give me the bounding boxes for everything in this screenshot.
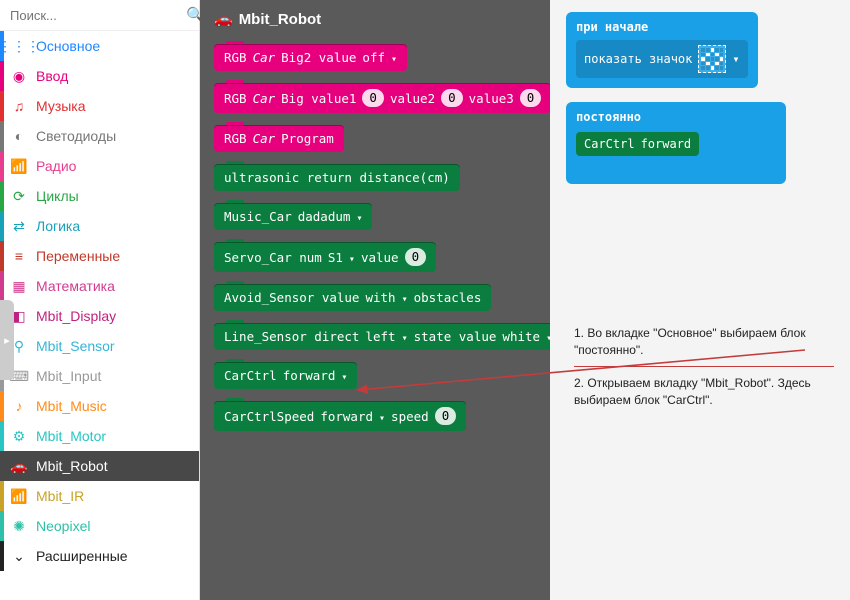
- leds-icon: ◐: [10, 127, 28, 145]
- sidebar-item-label: Циклы: [36, 188, 79, 204]
- sidebar-item-msens[interactable]: ⚲Mbit_Sensor: [0, 331, 199, 361]
- sidebar-item-mir[interactable]: 📶 Mbit_IR: [0, 481, 199, 511]
- basic-icon: ⋮⋮⋮: [10, 37, 28, 55]
- logic-icon: ⇄: [10, 217, 28, 235]
- sidebar-item-music[interactable]: ♫ Музыка: [0, 91, 199, 121]
- sidebar-item-label: Mbit_Motor: [36, 428, 106, 444]
- chevron-down-icon: ▾: [732, 52, 739, 66]
- sidebar-item-label: Neopixel: [36, 518, 90, 534]
- sidebar-item-vars[interactable]: ≡ Переменные: [0, 241, 199, 271]
- sidebar-item-label: Mbit_Robot: [36, 458, 108, 474]
- sidebar-item-label: Расширенные: [36, 548, 128, 564]
- led-grid-icon: [698, 45, 726, 73]
- sidebar-item-label: Радио: [36, 158, 76, 174]
- sidebar-item-adv[interactable]: ⌄ Расширенные: [0, 541, 199, 571]
- block-palette: 🚗 Mbit_Robot RGB Car Big2 value off RGB …: [200, 0, 550, 600]
- sidebar-item-loops[interactable]: ⟳ Циклы: [0, 181, 199, 211]
- block-carctrl-speed[interactable]: CarCtrlSpeed forward speed 0: [214, 401, 466, 431]
- sidebar-item-radio[interactable]: 📶 Радио: [0, 151, 199, 181]
- sidebar-item-label: Логика: [36, 218, 80, 234]
- block-ultrasonic[interactable]: ultrasonic return distance(cm): [214, 164, 460, 191]
- radio-icon: 📶: [10, 157, 28, 175]
- music-icon: ♫: [10, 97, 28, 115]
- sidebar-item-label: Ввод: [36, 68, 68, 84]
- sidebar-item-label: Mbit_Music: [36, 398, 107, 414]
- sidebar-item-label: Mbit_IR: [36, 488, 84, 504]
- sidebar-item-neopix[interactable]: ✺ Neopixel: [0, 511, 199, 541]
- loops-icon: ⟳: [10, 187, 28, 205]
- block-rgb-big2[interactable]: RGB Car Big2 value off: [214, 44, 407, 71]
- neopix-icon: ✺: [10, 517, 28, 535]
- sidebar-item-label: Mbit_Display: [36, 308, 116, 324]
- block-avoid-sensor[interactable]: Avoid_Sensor value with obstacles: [214, 284, 491, 311]
- sidebar-item-mmotor[interactable]: ⚙ Mbit_Motor: [0, 421, 199, 451]
- carctrl-in-slot[interactable]: CarCtrl forward: [576, 132, 699, 156]
- vars-icon: ≡: [10, 247, 28, 265]
- palette-title: 🚗 Mbit_Robot: [214, 10, 536, 28]
- car-icon: 🚗: [214, 10, 233, 28]
- sidebar-item-label: Mbit_Sensor: [36, 338, 115, 354]
- sidebar-item-label: Светодиоды: [36, 128, 116, 144]
- show-icon-block[interactable]: показать значок ▾: [576, 40, 748, 78]
- search-input[interactable]: [10, 8, 186, 23]
- sidebar-item-mmusic[interactable]: ♪ Mbit_Music: [0, 391, 199, 421]
- sidebar-item-math[interactable]: ▦ Математика: [0, 271, 199, 301]
- category-sidebar: 🔍 ⋮⋮⋮ Основное ◉ Ввод ♫ Музыка ◐ Светодиоды 📶 Рад…: [0, 0, 200, 600]
- sidebar-item-label: Музыка: [36, 98, 86, 114]
- block-line-sensor[interactable]: Line_Sensor direct left state value whit…: [214, 323, 550, 350]
- math-icon: ▦: [10, 277, 28, 295]
- sidebar-item-basic[interactable]: ⋮⋮⋮ Основное: [0, 31, 199, 61]
- sidebar-item-label: Mbit_Input: [36, 368, 101, 384]
- block-music-car[interactable]: Music_Car dadadum: [214, 203, 372, 230]
- sidebar-item-logic[interactable]: ⇄ Логика: [0, 211, 199, 241]
- adv-icon: ⌄: [10, 547, 28, 565]
- category-list: ⋮⋮⋮ Основное ◉ Ввод ♫ Музыка ◐ Светодиоды 📶 Радио…: [0, 31, 199, 571]
- mir-icon: 📶: [10, 487, 28, 505]
- mmusic-icon: ♪: [10, 397, 28, 415]
- sidebar-item-leds[interactable]: ◐ Светодиоды: [0, 121, 199, 151]
- input-icon: ◉: [10, 67, 28, 85]
- onstart-hat[interactable]: при начале показать значок ▾: [566, 12, 758, 88]
- sidebar-item-input[interactable]: ◉ Ввод: [0, 61, 199, 91]
- sidebar-item-mdisp[interactable]: ◧Mbit_Display: [0, 301, 199, 331]
- sidebar-item-label: Математика: [36, 278, 115, 294]
- block-servo-car[interactable]: Servo_Car num S1 value 0: [214, 242, 436, 272]
- onstart-title: при начале: [576, 20, 748, 34]
- palette-title-text: Mbit_Robot: [239, 11, 321, 28]
- mrobot-icon: 🚗: [10, 457, 28, 475]
- sidebar-item-minput[interactable]: ⌨Mbit_Input: [0, 361, 199, 391]
- block-rgb-bigvalue[interactable]: RGB Car Big value1 0 value2 0 value3 0: [214, 83, 550, 113]
- block-rgb-program[interactable]: RGB Car Program: [214, 125, 344, 152]
- sidebar-item-label: Переменные: [36, 248, 120, 264]
- sidebar-item-mrobot[interactable]: 🚗 Mbit_Robot: [0, 451, 199, 481]
- mmotor-icon: ⚙: [10, 427, 28, 445]
- block-carctrl[interactable]: CarCtrl forward: [214, 362, 357, 389]
- sidebar-item-label: Основное: [36, 38, 100, 54]
- instruction-text: 1. Во вкладке "Основное" выбираем блок "…: [574, 325, 834, 420]
- search-row: 🔍: [0, 0, 199, 31]
- workspace-canvas[interactable]: при начале показать значок ▾ постоянно: [550, 0, 850, 600]
- forever-hat[interactable]: постоянно CarCtrl forward: [566, 102, 786, 184]
- forever-title: постоянно: [576, 110, 776, 124]
- collapse-handle[interactable]: ▸: [0, 300, 14, 380]
